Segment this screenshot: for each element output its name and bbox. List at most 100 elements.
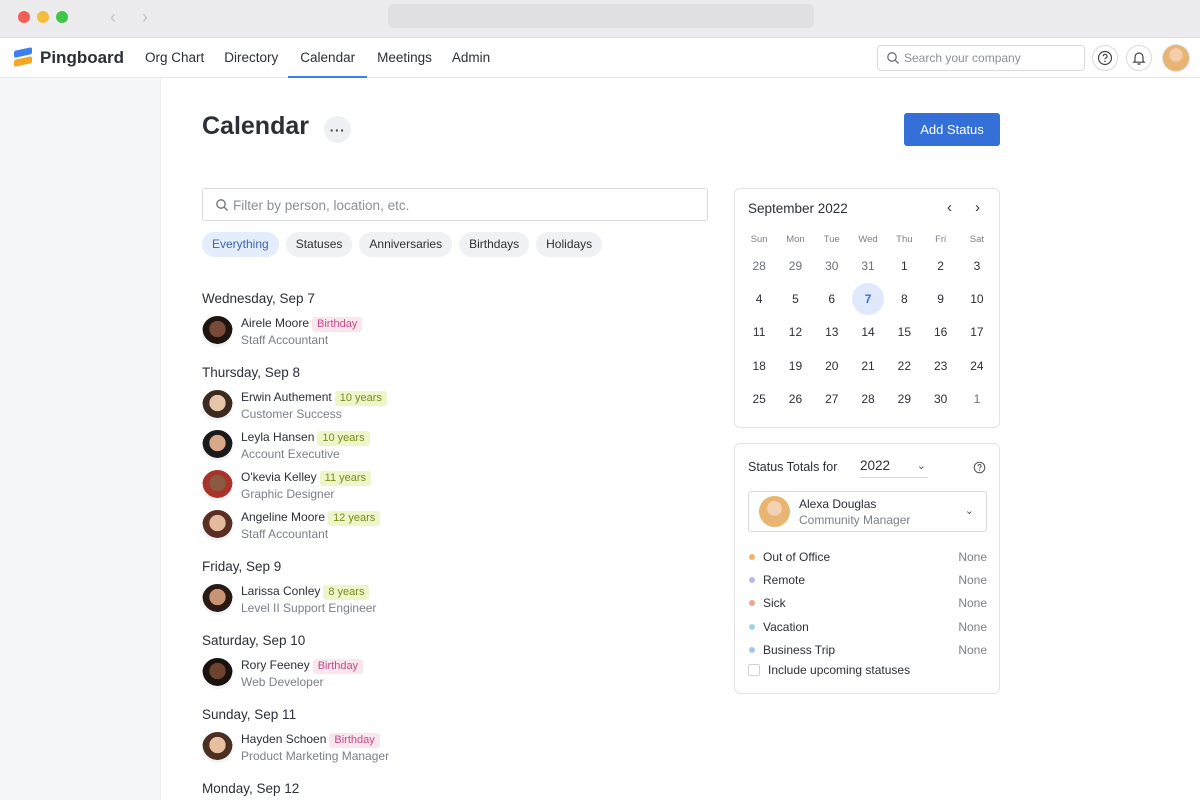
calendar-day[interactable]: 14 — [850, 316, 886, 349]
calendar-day[interactable]: 10 — [959, 282, 995, 315]
prev-month-chevron-icon[interactable]: ‹ — [947, 199, 952, 216]
calendar-day[interactable]: 27 — [814, 383, 850, 416]
notifications-button[interactable] — [1126, 45, 1152, 71]
close-window-dot[interactable] — [18, 11, 30, 23]
person-select[interactable]: Alexa Douglas Community Manager ⌄ — [748, 491, 987, 532]
person-row[interactable]: Erwin Authement 10 years Customer Success — [202, 389, 702, 429]
checkbox-box[interactable] — [748, 664, 760, 676]
chip-holidays[interactable]: Holidays — [536, 232, 603, 257]
calendar-day[interactable]: 12 — [777, 316, 813, 349]
avatar[interactable] — [202, 390, 233, 421]
calendar-day[interactable]: 21 — [850, 349, 886, 382]
pingboard-logo-icon[interactable] — [14, 47, 34, 68]
calendar-day[interactable]: 17 — [959, 316, 995, 349]
person-name[interactable]: Erwin Authement — [241, 390, 332, 404]
browser-forward-icon[interactable]: › — [142, 7, 148, 28]
avatar[interactable] — [202, 470, 233, 501]
nav-directory[interactable]: Directory — [216, 38, 286, 78]
calendar-day[interactable]: 16 — [922, 316, 958, 349]
maximize-window-dot[interactable] — [56, 11, 68, 23]
chip-everything[interactable]: Everything — [202, 232, 279, 257]
calendar-day-number: 17 — [970, 325, 984, 340]
include-upcoming-checkbox[interactable]: Include upcoming statuses — [748, 663, 910, 677]
year-select[interactable]: 2022 ⌄ — [859, 455, 928, 478]
calendar-day[interactable]: 19 — [777, 349, 813, 382]
avatar[interactable] — [202, 316, 233, 347]
calendar-day[interactable]: 24 — [959, 349, 995, 382]
nav-calendar[interactable]: Calendar — [288, 38, 367, 78]
help-icon[interactable] — [973, 461, 986, 474]
calendar-day[interactable]: 28 — [741, 249, 777, 282]
day-group: Saturday, Sep 10 Rory Feeney Birthday Web D… — [202, 632, 702, 697]
user-avatar[interactable] — [1162, 44, 1190, 72]
person-row[interactable]: Hayden Schoen Birthday Product Marketing M… — [202, 731, 702, 771]
filter-box[interactable] — [202, 188, 708, 221]
calendar-day[interactable]: 3 — [959, 249, 995, 282]
calendar-day[interactable]: 29 — [886, 383, 922, 416]
calendar-day[interactable]: 1 — [886, 249, 922, 282]
company-search-input[interactable] — [904, 48, 1080, 68]
company-search[interactable] — [877, 45, 1085, 71]
next-month-chevron-icon[interactable]: › — [975, 199, 980, 216]
calendar-day[interactable]: 18 — [741, 349, 777, 382]
nav-admin[interactable]: Admin — [444, 38, 498, 78]
person-name[interactable]: Angeline Moore — [241, 510, 325, 524]
person-row[interactable]: Leyla Hansen 10 years Account Executive — [202, 429, 702, 469]
calendar-day[interactable]: 13 — [814, 316, 850, 349]
calendar-day-selected[interactable]: 7 — [850, 282, 886, 316]
search-icon — [887, 52, 899, 64]
calendar-day[interactable]: 5 — [777, 282, 813, 315]
person-name[interactable]: Leyla Hansen — [241, 430, 314, 444]
nav-org-chart[interactable]: Org Chart — [145, 38, 212, 78]
calendar-day[interactable]: 20 — [814, 349, 850, 382]
avatar[interactable] — [202, 584, 233, 615]
browser-back-icon[interactable]: ‹ — [110, 7, 116, 28]
nav-meetings[interactable]: Meetings — [369, 38, 440, 78]
help-button[interactable] — [1092, 45, 1118, 71]
chip-anniversaries[interactable]: Anniversaries — [359, 232, 453, 257]
minimize-window-dot[interactable] — [37, 11, 49, 23]
calendar-day[interactable]: 15 — [886, 316, 922, 349]
calendar-day-number: 28 — [861, 392, 875, 407]
filter-input[interactable] — [233, 194, 693, 216]
person-name[interactable]: Larissa Conley — [241, 584, 320, 598]
chip-birthdays[interactable]: Birthdays — [459, 232, 530, 257]
calendar-day[interactable]: 28 — [850, 383, 886, 416]
calendar-day[interactable]: 30 — [922, 383, 958, 416]
calendar-day[interactable]: 29 — [777, 249, 813, 282]
avatar[interactable] — [202, 732, 233, 763]
calendar-day[interactable]: 6 — [814, 282, 850, 315]
person-name[interactable]: Hayden Schoen — [241, 732, 326, 746]
person-row[interactable]: Rory Feeney Birthday Web Developer — [202, 657, 702, 697]
brand-name[interactable]: Pingboard — [40, 48, 124, 68]
calendar-day[interactable]: 4 — [741, 282, 777, 315]
status-value: None — [958, 549, 987, 564]
person-row[interactable]: Airele Moore Birthday Staff Accountant — [202, 315, 702, 355]
calendar-day[interactable]: 1 — [959, 383, 995, 416]
more-options-button[interactable]: ··· — [324, 116, 351, 143]
bell-icon — [1132, 52, 1146, 65]
calendar-day-number: 11 — [752, 325, 766, 340]
calendar-day[interactable]: 8 — [886, 282, 922, 315]
person-row[interactable]: O'kevia Kelley 11 years Graphic Designer — [202, 469, 702, 509]
calendar-day[interactable]: 22 — [886, 349, 922, 382]
chip-statuses[interactable]: Statuses — [285, 232, 353, 257]
avatar[interactable] — [202, 658, 233, 689]
person-name[interactable]: Rory Feeney — [241, 658, 310, 672]
calendar-day[interactable]: 23 — [922, 349, 958, 382]
calendar-day[interactable]: 25 — [741, 383, 777, 416]
calendar-day[interactable]: 26 — [777, 383, 813, 416]
person-row[interactable]: Angeline Moore 12 years Staff Accountant — [202, 509, 702, 549]
avatar[interactable] — [202, 430, 233, 461]
address-bar[interactable] — [388, 4, 814, 28]
person-name[interactable]: Airele Moore — [241, 316, 309, 330]
avatar[interactable] — [202, 510, 233, 541]
add-status-button[interactable]: Add Status — [904, 113, 1000, 146]
calendar-day[interactable]: 2 — [922, 249, 958, 282]
calendar-day[interactable]: 31 — [850, 249, 886, 282]
calendar-day[interactable]: 11 — [741, 316, 777, 349]
person-row[interactable]: Larissa Conley 8 years Level II Support En… — [202, 583, 702, 623]
calendar-day[interactable]: 30 — [814, 249, 850, 282]
calendar-day[interactable]: 9 — [922, 282, 958, 315]
person-name[interactable]: O'kevia Kelley — [241, 470, 317, 484]
